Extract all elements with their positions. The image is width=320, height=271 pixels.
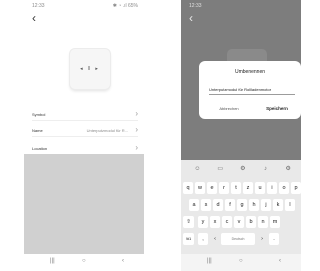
row-label: Symbol [32, 112, 46, 117]
input-underline [209, 94, 295, 95]
row-label: Location [32, 146, 48, 151]
voice-icon[interactable]: ♪ [255, 166, 276, 172]
lang-prev-icon[interactable]: ‹ [210, 233, 220, 245]
key[interactable]: h [249, 199, 259, 211]
key[interactable]: y [198, 216, 208, 228]
key[interactable]: b [246, 216, 256, 228]
key[interactable]: e [207, 182, 217, 194]
chevron-right-icon: › [135, 125, 138, 134]
status-time: 12:33 [189, 3, 202, 9]
status-icons: ✱ ◔ .ıl 65% [112, 3, 138, 9]
empty-panel [24, 154, 144, 254]
shift-key[interactable]: ⇧ [183, 216, 194, 228]
key[interactable]: w [195, 182, 205, 194]
back-button[interactable]: ‹ [279, 258, 281, 264]
space-key[interactable]: Deutsch [221, 233, 255, 245]
home-button[interactable]: ○ [82, 258, 86, 264]
key[interactable]: t [231, 182, 241, 194]
back-arrow-icon: ‹ [189, 11, 193, 25]
comma-key[interactable]: , [198, 233, 208, 245]
key[interactable]: z [243, 182, 253, 194]
status-bar: 12:33 [181, 0, 301, 10]
key[interactable]: l [285, 199, 295, 211]
key[interactable]: m [270, 216, 280, 228]
key[interactable]: o [279, 182, 289, 194]
key[interactable]: k [273, 199, 283, 211]
device-image: ◂ ‖ ▸ [70, 49, 110, 89]
clipboard-icon[interactable]: ▭ [210, 165, 231, 172]
key-row-2: a s d f g h j k l [181, 199, 301, 212]
keyboard-toolbar: ☺ ▭ ⚙ ♪ ⚙ [187, 165, 301, 175]
key[interactable]: g [237, 199, 247, 211]
on-screen-keyboard: ☺ ▭ ⚙ ♪ ⚙ q w e r t z u i o p a s d f g … [181, 160, 301, 254]
key[interactable]: c [222, 216, 232, 228]
key[interactable]: f [225, 199, 235, 211]
chevron-right-icon: › [135, 143, 138, 152]
divider [32, 120, 138, 121]
recents-button[interactable]: ||| [50, 258, 55, 264]
key[interactable]: d [213, 199, 223, 211]
key-row-4: !#1 , ‹ Deutsch › . [181, 233, 301, 246]
key-row-1: q w e r t z u i o p [181, 182, 301, 195]
home-button[interactable]: ○ [239, 258, 243, 264]
key[interactable]: n [258, 216, 268, 228]
settings-icon[interactable]: ⚙ [232, 165, 253, 172]
lang-next-icon[interactable]: › [257, 233, 267, 245]
back-arrow-icon[interactable]: ‹ [32, 12, 36, 24]
row-label: Name [32, 128, 43, 133]
key[interactable]: j [261, 199, 271, 211]
status-bar: 12:33 ✱ ◔ .ıl 65% [24, 0, 144, 10]
key[interactable]: p [291, 182, 301, 194]
row-location[interactable]: Location › [32, 143, 138, 153]
emoji-icon[interactable]: ☺ [187, 166, 208, 172]
row-name[interactable]: Name Unterputzmodul für R... › [32, 125, 138, 135]
period-key[interactable]: . [269, 233, 279, 245]
device-detail-screen: 12:33 ✱ ◔ .ıl 65% ‹ ◂ ‖ ▸ Symbol › Name … [24, 0, 144, 271]
save-button[interactable]: Speichern [257, 106, 297, 111]
key[interactable]: a [189, 199, 199, 211]
key[interactable]: i [267, 182, 277, 194]
device-controls[interactable]: ◂ ‖ ▸ [70, 66, 110, 72]
settings-icon[interactable]: ⚙ [278, 165, 299, 172]
key[interactable]: q [183, 182, 193, 194]
key[interactable]: r [219, 182, 229, 194]
row-symbol[interactable]: Symbol › [32, 109, 138, 119]
divider [32, 136, 138, 137]
status-time: 12:33 [32, 3, 45, 9]
key[interactable]: v [234, 216, 244, 228]
system-navbar: ||| ○ ‹ [181, 254, 301, 271]
chevron-right-icon: › [135, 109, 138, 118]
key[interactable]: u [255, 182, 265, 194]
rename-dialog: Umbenennen Unterputzmodul für Rollladenm… [199, 61, 301, 119]
symbols-key[interactable]: !#1 [183, 233, 194, 245]
system-navbar: ||| ○ ‹ [24, 254, 144, 271]
recents-button[interactable]: ||| [207, 258, 212, 264]
row-value: Unterputzmodul für R... [86, 128, 128, 133]
name-input[interactable]: Unterputzmodul für Rollladenmotor [209, 87, 295, 92]
rename-dialog-screen: 12:33 ‹ Umbenennen Unterputzmodul für Ro… [181, 0, 301, 271]
key-row-3: ⇧ y x c v b n m [181, 216, 301, 229]
back-button[interactable]: ‹ [122, 258, 124, 264]
key[interactable]: s [201, 199, 211, 211]
dialog-title: Umbenennen [234, 69, 266, 75]
key[interactable]: x [210, 216, 220, 228]
cancel-button[interactable]: Abbrechen [209, 106, 249, 111]
